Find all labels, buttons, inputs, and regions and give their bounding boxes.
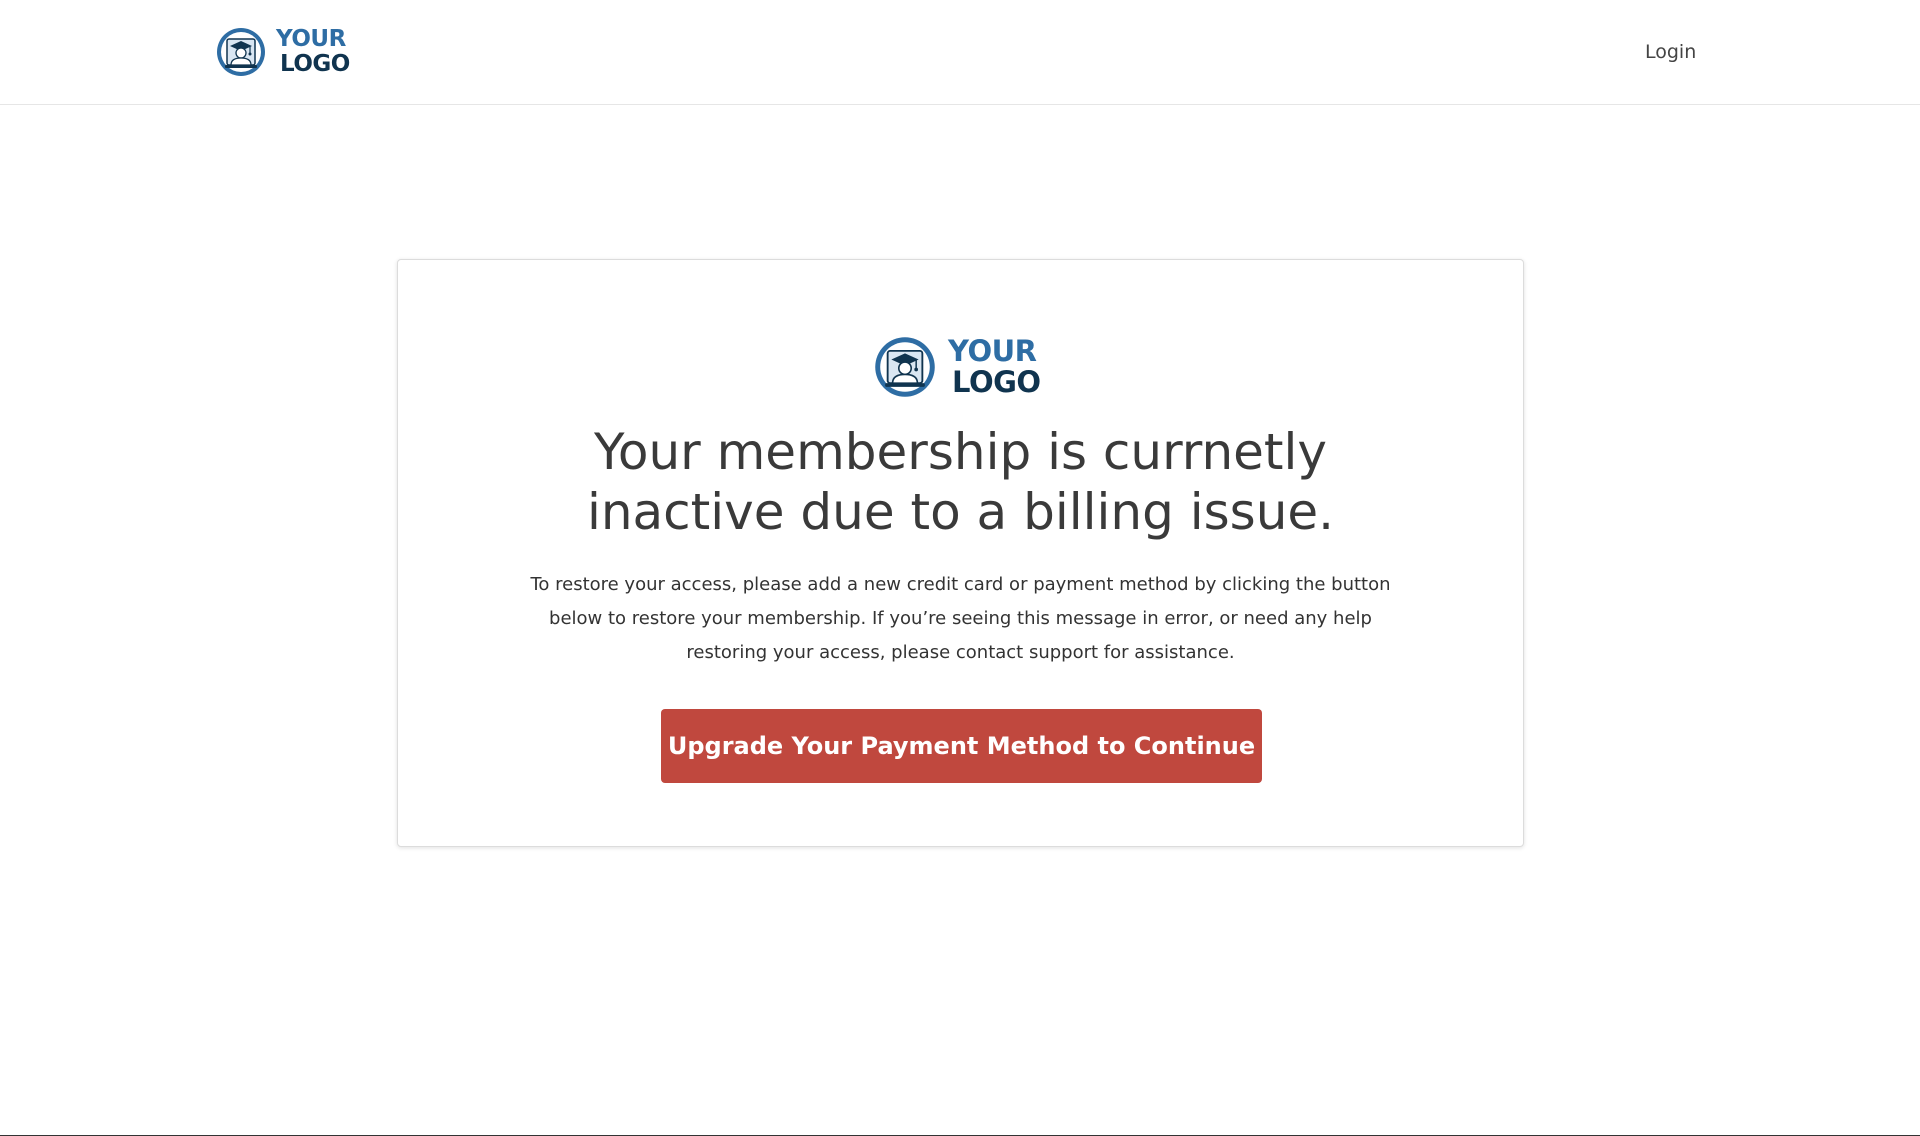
logo-wordmark: YOUR LOGO xyxy=(948,337,1041,397)
logo-line-2: LOGO xyxy=(280,51,350,77)
restore-access-message: To restore your access, please add a new… xyxy=(530,574,1391,663)
header-logo[interactable]: YOUR LOGO xyxy=(216,27,350,77)
card-logo: YOUR LOGO xyxy=(874,336,1041,398)
graduate-screen-icon xyxy=(875,337,935,397)
logo-line-1: YOUR xyxy=(276,26,346,52)
logo-line-1: YOUR xyxy=(948,334,1037,368)
graduate-screen-icon xyxy=(217,28,265,76)
logo-wordmark: YOUR LOGO xyxy=(276,28,350,76)
login-link[interactable]: Login xyxy=(1645,41,1696,63)
logo-line-2: LOGO xyxy=(952,365,1041,399)
inactive-membership-card: YOUR LOGO Your membership is currnetly i… xyxy=(397,259,1524,847)
upgrade-payment-button[interactable]: Upgrade Your Payment Method to Continue xyxy=(661,709,1262,783)
site-header: YOUR LOGO Login xyxy=(0,0,1920,105)
page-title: Your membership is currnetly inactive du… xyxy=(586,423,1335,541)
